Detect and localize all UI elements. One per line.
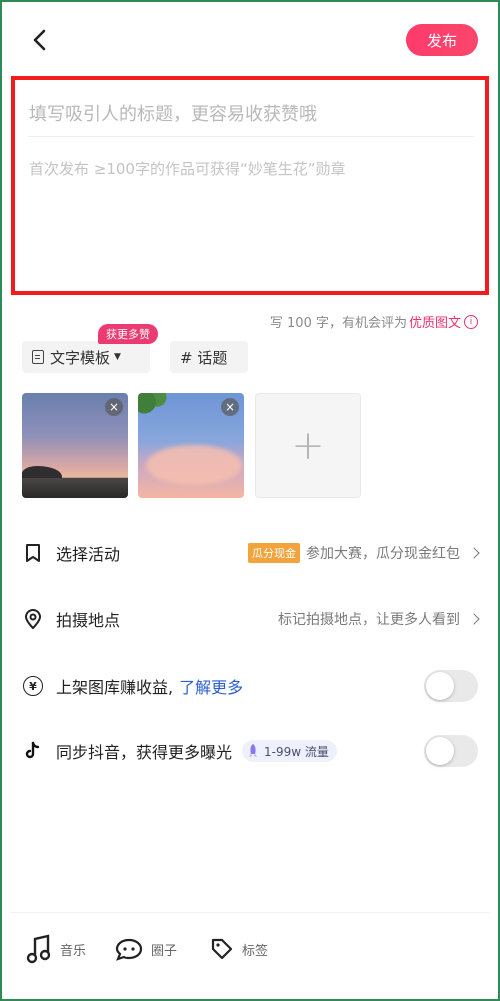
cloud-shape (146, 445, 242, 485)
yen-icon: ¥ (23, 676, 43, 696)
chevron-right-icon (468, 613, 480, 625)
tag-button[interactable]: 标签 (210, 933, 268, 965)
circle-button[interactable]: 圈子 (115, 933, 177, 965)
select-activity-row[interactable]: 选择活动 瓜分现金 参加大赛，瓜分现金红包 (22, 535, 482, 571)
learn-more-link[interactable]: 了解更多 (179, 674, 243, 698)
topic-button[interactable]: # 话题 (170, 341, 248, 373)
music-button[interactable]: 音乐 (26, 933, 86, 965)
quality-link[interactable]: 优质图文 (409, 312, 461, 331)
riverbank (22, 478, 128, 498)
image-thumbnail-1[interactable]: × (22, 393, 128, 498)
activity-detail: 参加大赛，瓜分现金红包 (306, 546, 460, 562)
gallery-income-row: ¥ 上架图库赚收益, 了解更多 (22, 668, 482, 704)
traffic-badge: 1-99w 流量 (242, 740, 337, 762)
bookmark-icon (22, 542, 44, 564)
text-template-button[interactable]: 文字模板 ▼ (22, 341, 150, 373)
quality-hint: 写 100 字，有机会评为 优质图文 i (270, 312, 478, 331)
leaf-shape (138, 393, 170, 415)
remove-image-button[interactable]: × (105, 398, 123, 416)
sync-douyin-row: 同步抖音，获得更多曝光 1-99w 流量 (22, 733, 482, 769)
location-row[interactable]: 拍摄地点 标记拍摄地点，让更多人看到 (22, 601, 482, 637)
tag-label: 标签 (242, 943, 269, 959)
rocket-icon (249, 744, 258, 757)
toggle-knob (426, 672, 454, 700)
traffic-badge-text: 1-99w 流量 (264, 744, 329, 759)
activity-label: 选择活动 (56, 545, 121, 564)
location-label: 拍摄地点 (56, 611, 121, 630)
douyin-toggle[interactable] (424, 735, 478, 767)
image-thumbnail-2[interactable]: × (138, 393, 244, 498)
toggle-knob (426, 737, 454, 765)
cash-tag: 瓜分现金 (248, 543, 300, 563)
gallery-toggle[interactable] (424, 670, 478, 702)
add-image-button[interactable]: + (255, 393, 361, 498)
douyin-icon (22, 740, 44, 762)
location-pin-icon (22, 608, 44, 630)
chevron-right-icon (468, 547, 480, 559)
music-label: 音乐 (60, 943, 87, 959)
music-note-icon (26, 934, 51, 964)
info-icon[interactable]: i (464, 314, 478, 329)
douyin-label: 同步抖音，获得更多曝光 (56, 743, 233, 762)
remove-image-button[interactable]: × (221, 398, 239, 416)
template-label: 文字模板 (50, 348, 111, 367)
body-textarea[interactable]: 首次发布 ≥100字的作品可获得“妙笔生花”勋章 (29, 158, 346, 179)
publish-button[interactable]: 发布 (406, 24, 478, 56)
title-input[interactable]: 填写吸引人的标题，更容易收获赞哦 (29, 100, 317, 126)
caret-down-icon: ▼ (114, 352, 121, 362)
more-likes-badge: 获更多赞 (98, 324, 158, 344)
tag-icon (211, 938, 233, 960)
gallery-label: 上架图库赚收益, (56, 678, 174, 697)
circle-chat-icon (115, 938, 143, 961)
divider (28, 136, 474, 137)
hint-text: 写 100 字，有机会评为 (269, 316, 407, 331)
bottom-divider (10, 912, 490, 913)
document-icon (32, 350, 44, 364)
back-arrow-icon (33, 29, 46, 51)
location-detail: 标记拍摄地点，让更多人看到 (278, 612, 460, 628)
circle-label: 圈子 (151, 943, 178, 959)
back-button[interactable] (26, 26, 54, 54)
